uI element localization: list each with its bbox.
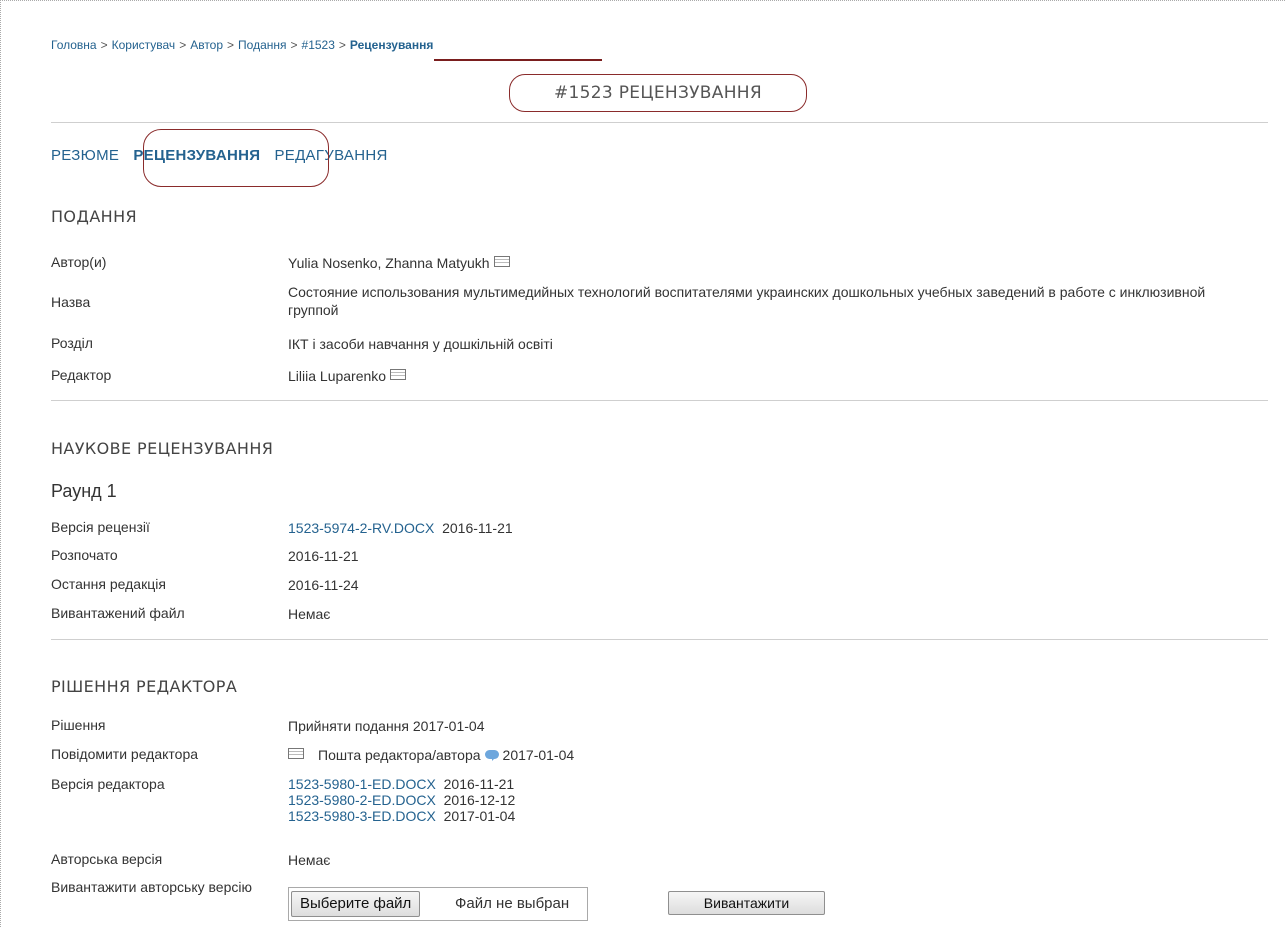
- round-title: Раунд 1: [51, 481, 117, 501]
- annotation-underline: [434, 59, 602, 61]
- label-section: Розділ: [51, 335, 93, 351]
- breadcrumb-submission-id[interactable]: #1523: [302, 38, 335, 52]
- upload-button[interactable]: Вивантажити: [668, 891, 825, 915]
- breadcrumb-separator: >: [227, 38, 235, 52]
- section-title-editor-decision: РІШЕННЯ РЕДАКТОРА: [51, 677, 238, 696]
- label-editor: Редактор: [51, 367, 112, 383]
- editor-version-file-link[interactable]: 1523-5980-1-ED.DOCX: [288, 776, 436, 792]
- editor-version-date: 2016-12-12: [443, 792, 516, 808]
- breadcrumb: Головна > Користувач > Автор > Подання > #1523 > Р…: [51, 38, 433, 52]
- divider: [51, 639, 1268, 640]
- breadcrumb-separator: >: [338, 38, 346, 52]
- label-upload-author-version: Вивантажити авторську версію: [51, 879, 252, 895]
- value-editor-version: 1523-5980-1-ED.DOCX 2016-11-21 1523-5980…: [288, 776, 1228, 824]
- divider: [51, 400, 1268, 401]
- review-version-file-link[interactable]: 1523-5974-2-RV.DOCX: [288, 520, 434, 536]
- value-authors: Yulia Nosenko, Zhanna Matyukh: [288, 254, 1228, 272]
- email-icon[interactable]: [288, 748, 304, 759]
- breadcrumb-separator: >: [100, 38, 108, 52]
- editor-version-item: 1523-5980-1-ED.DOCX 2016-11-21: [288, 776, 1228, 792]
- choose-file-button[interactable]: Выберите файл: [291, 891, 421, 917]
- chat-bubble-icon[interactable]: [484, 750, 499, 761]
- label-started: Розпочато: [51, 547, 118, 563]
- label-author-version: Авторська версія: [51, 851, 163, 867]
- label-review-version: Версія рецензії: [51, 519, 150, 535]
- label-notify: Повідомити редактора: [51, 746, 199, 762]
- file-status-text: Файл не выбран: [455, 895, 570, 912]
- editor-version-item: 1523-5980-2-ED.DOCX 2016-12-12: [288, 792, 1228, 808]
- breadcrumb-user[interactable]: Користувач: [112, 38, 176, 52]
- label-last-modified: Остання редакція: [51, 576, 166, 592]
- editor-version-file-link[interactable]: 1523-5980-2-ED.DOCX: [288, 792, 436, 808]
- email-icon[interactable]: [493, 256, 510, 267]
- breadcrumb-current[interactable]: Рецензування: [350, 38, 433, 52]
- page-title: #1523 РЕЦЕНЗУВАННЯ: [509, 74, 807, 112]
- breadcrumb-separator: >: [290, 38, 298, 52]
- notify-text: Пошта редактора/автора: [318, 747, 481, 763]
- section-title-submission: ПОДАННЯ: [51, 207, 138, 226]
- editor-version-file-link[interactable]: 1523-5980-3-ED.DOCX: [288, 808, 436, 824]
- value-started: 2016-11-21: [288, 548, 359, 564]
- value-section: ІКТ і засоби навчання у дошкільній освіт…: [288, 336, 553, 352]
- email-icon[interactable]: [390, 369, 407, 380]
- breadcrumb-submissions[interactable]: Подання: [238, 38, 286, 52]
- breadcrumb-author[interactable]: Автор: [190, 38, 223, 52]
- value-decision: Прийняти подання 2017-01-04: [288, 718, 485, 734]
- label-name: Назва: [51, 294, 91, 310]
- authors-text: Yulia Nosenko, Zhanna Matyukh: [288, 255, 490, 271]
- annotation-circle: [143, 129, 329, 187]
- value-last-modified: 2016-11-24: [288, 577, 359, 593]
- label-authors: Автор(и): [51, 254, 107, 270]
- review-version-date: 2016-11-21: [442, 520, 513, 536]
- label-editor-version: Версія редактора: [51, 776, 165, 792]
- label-decision: Рішення: [51, 717, 106, 733]
- editor-name: Liliia Luparenko: [288, 368, 387, 384]
- value-author-version: Немає: [288, 852, 331, 868]
- value-name: Состояние использования мультимедийных т…: [288, 284, 1206, 318]
- tab-summary[interactable]: РЕЗЮМЕ: [51, 147, 119, 164]
- editor-version-item: 1523-5980-3-ED.DOCX 2017-01-04: [288, 808, 1228, 824]
- value-uploaded-file: Немає: [288, 606, 331, 622]
- value-review-version: 1523-5974-2-RV.DOCX 2016-11-21: [288, 519, 1228, 537]
- page: Головна > Користувач > Автор > Подання > #1523 > Р…: [0, 0, 1285, 927]
- breadcrumb-home[interactable]: Головна: [51, 38, 97, 52]
- editor-version-date: 2016-11-21: [443, 776, 515, 792]
- value-notify: Пошта редактора/автора 2017-01-04: [288, 746, 1228, 764]
- divider: [51, 122, 1268, 123]
- breadcrumb-separator: >: [179, 38, 187, 52]
- editor-version-date: 2017-01-04: [443, 808, 516, 824]
- section-title-peer-review: НАУКОВЕ РЕЦЕНЗУВАННЯ: [51, 439, 274, 458]
- file-input[interactable]: Выберите файл Файл не выбран: [288, 887, 588, 921]
- value-editor: Liliia Luparenko: [288, 367, 1228, 385]
- label-uploaded-file: Вивантажений файл: [51, 605, 185, 621]
- notify-date: 2017-01-04: [502, 747, 575, 763]
